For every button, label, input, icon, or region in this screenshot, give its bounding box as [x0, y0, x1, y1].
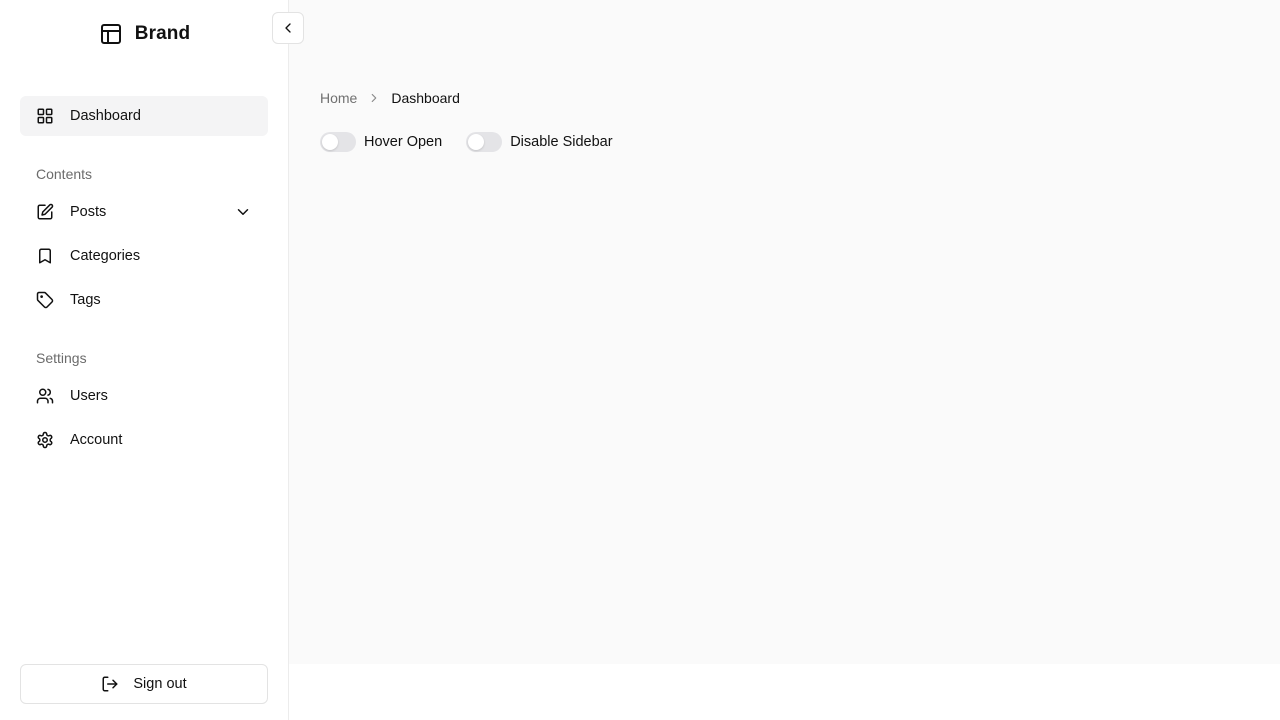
- sidebar-item-account[interactable]: Account: [20, 420, 268, 460]
- breadcrumb-home-link[interactable]: Home: [320, 90, 357, 106]
- sidebar-item-tags[interactable]: Tags: [20, 280, 268, 320]
- hover-open-switch[interactable]: [320, 132, 356, 152]
- settings-icon: [36, 431, 54, 449]
- sidebar-item-posts[interactable]: Posts: [20, 192, 268, 232]
- sidebar: Brand Dashboard Contents Posts Categorie…: [0, 0, 289, 720]
- disable-sidebar-label[interactable]: Disable Sidebar: [510, 134, 612, 150]
- footer-area: [289, 664, 1280, 720]
- sidebar-item-label: Dashboard: [70, 108, 141, 124]
- bookmark-icon: [36, 247, 54, 265]
- group-label-contents: Contents: [36, 166, 93, 182]
- sidebar-item-categories[interactable]: Categories: [20, 236, 268, 276]
- panels-top-left-icon: [99, 22, 123, 46]
- hover-open-label[interactable]: Hover Open: [364, 134, 442, 150]
- sidebar-item-users[interactable]: Users: [20, 376, 268, 416]
- sidebar-item-label: Tags: [70, 292, 101, 308]
- sidebar-item-label: Categories: [70, 248, 141, 264]
- chevron-left-icon: [280, 20, 296, 36]
- switch-knob: [468, 134, 485, 150]
- main-content: Home Dashboard Hover Open Disable Sideba…: [289, 0, 1280, 664]
- layout-grid-icon: [36, 107, 54, 125]
- breadcrumb-current: Dashboard: [391, 90, 460, 106]
- sign-out-button[interactable]: Sign out: [20, 664, 268, 704]
- switch-knob: [322, 134, 338, 150]
- log-out-icon: [101, 675, 119, 693]
- sign-out-label: Sign out: [133, 676, 187, 692]
- sidebar-item-label: Posts: [70, 204, 107, 220]
- tag-icon: [36, 291, 54, 309]
- sidebar-settings-toggles: Hover Open Disable Sidebar: [320, 132, 637, 152]
- chevron-down-icon[interactable]: [234, 203, 252, 221]
- disable-sidebar-toggle-group: Disable Sidebar: [466, 132, 613, 152]
- chevron-right-icon: [367, 91, 381, 105]
- square-pen-icon: [36, 203, 54, 221]
- brand[interactable]: Brand: [0, 20, 289, 48]
- collapse-sidebar-button[interactable]: [272, 12, 304, 44]
- hover-open-toggle-group: Hover Open: [320, 132, 442, 152]
- group-label-settings: Settings: [36, 350, 87, 366]
- brand-name: Brand: [134, 23, 191, 44]
- disable-sidebar-switch[interactable]: [466, 132, 503, 152]
- sidebar-item-label: Account: [70, 432, 123, 448]
- sidebar-item-label: Users: [70, 388, 108, 404]
- sidebar-item-dashboard[interactable]: Dashboard: [20, 96, 268, 136]
- breadcrumb: Home Dashboard: [320, 89, 460, 107]
- users-icon: [36, 387, 54, 405]
